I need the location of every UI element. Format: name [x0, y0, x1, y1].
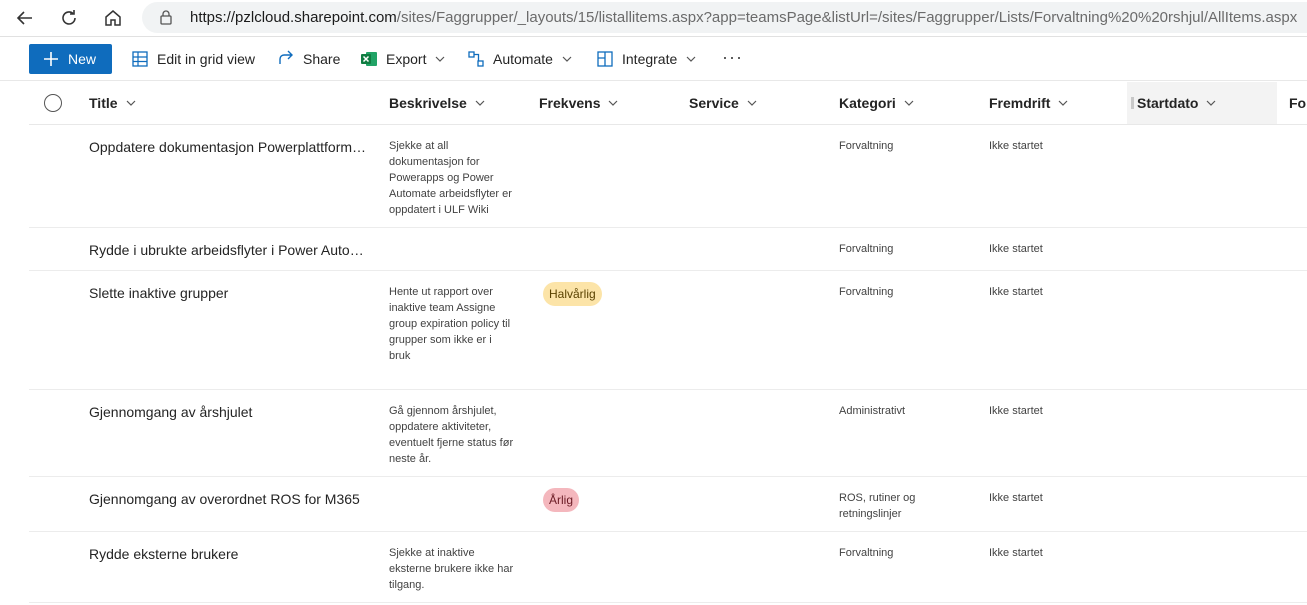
back-icon[interactable]: [10, 4, 40, 32]
share-label: Share: [303, 51, 341, 67]
chevron-down-icon: [904, 100, 914, 106]
url-path: /sites/Faggrupper/_layouts/15/listallite…: [396, 9, 1298, 26]
chevron-down-icon: [609, 100, 618, 106]
column-header-label: For: [1289, 95, 1307, 111]
address-bar[interactable]: https://pzlcloud.sharepoint.com/sites/Fa…: [142, 2, 1307, 33]
row-beskrivelse: Gå gjennom årshjulet, oppdatere aktivite…: [389, 405, 514, 465]
home-icon[interactable]: [98, 4, 128, 32]
column-resize-handle[interactable]: [1131, 97, 1134, 109]
table-row[interactable]: Rydde i ubrukte arbeidsflyter i Power Au…: [29, 229, 1307, 271]
automate-button[interactable]: Automate: [467, 44, 573, 74]
column-header-next[interactable]: For: [1289, 82, 1307, 124]
list-header: Title Beskrivelse Frekvens Service Kateg…: [29, 82, 1307, 125]
row-kategori: ROS, rutiner og retningslinjer: [839, 492, 916, 520]
automate-icon: [468, 51, 484, 67]
row-fremdrift: Ikke startet: [989, 286, 1043, 298]
url-host: https://pzlcloud.sharepoint.com: [190, 9, 397, 26]
row-title[interactable]: Gjennomgang av årshjulet: [89, 404, 369, 420]
chevron-down-icon: [126, 100, 135, 106]
share-button[interactable]: Share: [277, 44, 340, 74]
column-header-label: Service: [689, 95, 739, 111]
row-fremdrift: Ikke startet: [989, 492, 1043, 504]
edit-grid-label: Edit in grid view: [157, 51, 256, 67]
chevron-down-icon: [436, 56, 445, 62]
edit-grid-button[interactable]: Edit in grid view: [131, 44, 255, 74]
frekvens-badge: Årlig: [543, 488, 580, 512]
row-beskrivelse: Hente ut rapport over inaktive team Assi…: [389, 286, 511, 362]
row-kategori: Forvaltning: [839, 140, 894, 152]
row-kategori: Administrativt: [839, 405, 906, 417]
row-fremdrift: Ikke startet: [989, 140, 1043, 152]
table-row[interactable]: Gjennomgang av overordnet ROS for M365 Å…: [29, 478, 1307, 532]
chevron-down-icon: [686, 56, 696, 62]
column-header-label: Fremdrift: [989, 95, 1051, 111]
new-button-label: New: [68, 51, 97, 67]
chevron-down-icon: [562, 56, 572, 62]
refresh-icon[interactable]: [54, 4, 84, 32]
row-kategori: Forvaltning: [839, 547, 894, 559]
new-button[interactable]: New: [29, 44, 112, 74]
integrate-label: Integrate: [622, 51, 678, 67]
column-header-frekvens[interactable]: Frekvens: [539, 82, 619, 124]
row-fremdrift: Ikke startet: [989, 547, 1043, 559]
column-header-kategori[interactable]: Kategori: [839, 82, 915, 124]
frekvens-badge: Halvårlig: [543, 282, 602, 306]
plus-icon: [44, 52, 58, 66]
table-row[interactable]: Oppdatere dokumentasjon Powerplattform… …: [29, 126, 1307, 228]
lock-icon: [160, 10, 172, 25]
column-header-label: Startdato: [1137, 95, 1199, 111]
url-text: https://pzlcloud.sharepoint.com/sites/Fa…: [190, 9, 1297, 26]
browser-toolbar: https://pzlcloud.sharepoint.com/sites/Fa…: [0, 0, 1307, 37]
share-icon: [279, 50, 293, 64]
automate-label: Automate: [493, 51, 553, 67]
table-row[interactable]: Slette inaktive grupper Hente ut rapport…: [29, 272, 1307, 390]
column-header-beskrivelse[interactable]: Beskrivelse: [389, 82, 486, 124]
chevron-down-icon: [747, 100, 757, 106]
table-row[interactable]: Rydde eksterne brukere Sjekke at inaktiv…: [29, 533, 1307, 603]
integrate-icon: [597, 51, 613, 67]
row-title[interactable]: Slette inaktive grupper: [89, 285, 369, 301]
row-title[interactable]: Rydde i ubrukte arbeidsflyter i Power Au…: [89, 242, 369, 258]
row-title[interactable]: Oppdatere dokumentasjon Powerplattform…: [89, 139, 369, 155]
command-bar: New Edit in grid view Share Export Autom…: [0, 37, 1307, 81]
column-header-fremdrift[interactable]: Fremdrift: [989, 82, 1069, 124]
column-header-label: Title: [89, 95, 118, 111]
column-header-startdato[interactable]: Startdato: [1127, 82, 1277, 124]
row-beskrivelse: Sjekke at all dokumentasjon for Powerapp…: [389, 140, 512, 216]
row-kategori: Forvaltning: [839, 243, 894, 255]
chevron-down-icon: [1059, 100, 1068, 106]
row-title[interactable]: Rydde eksterne brukere: [89, 546, 369, 562]
integrate-button[interactable]: Integrate: [596, 44, 697, 74]
grid-icon: [132, 51, 148, 67]
column-header-label: Beskrivelse: [389, 95, 467, 111]
column-header-service[interactable]: Service: [689, 82, 758, 124]
row-kategori: Forvaltning: [839, 286, 894, 298]
chevron-down-icon: [475, 100, 485, 106]
row-beskrivelse: Sjekke at inaktive eksterne brukere ikke…: [389, 547, 514, 591]
column-header-label: Kategori: [839, 95, 896, 111]
row-title[interactable]: Gjennomgang av overordnet ROS for M365: [89, 491, 369, 507]
column-header-title[interactable]: Title: [89, 82, 137, 124]
column-header-label: Frekvens: [539, 95, 601, 111]
export-button[interactable]: Export: [360, 44, 446, 74]
more-options-button[interactable]: ···: [722, 47, 743, 68]
excel-icon: [361, 52, 377, 66]
table-row[interactable]: Gjennomgang av årshjulet Gå gjennom årsh…: [29, 391, 1307, 477]
select-all-checkbox[interactable]: [44, 94, 62, 112]
row-fremdrift: Ikke startet: [989, 243, 1043, 255]
chevron-down-icon: [1207, 100, 1216, 106]
export-label: Export: [386, 51, 427, 67]
row-fremdrift: Ikke startet: [989, 405, 1043, 417]
